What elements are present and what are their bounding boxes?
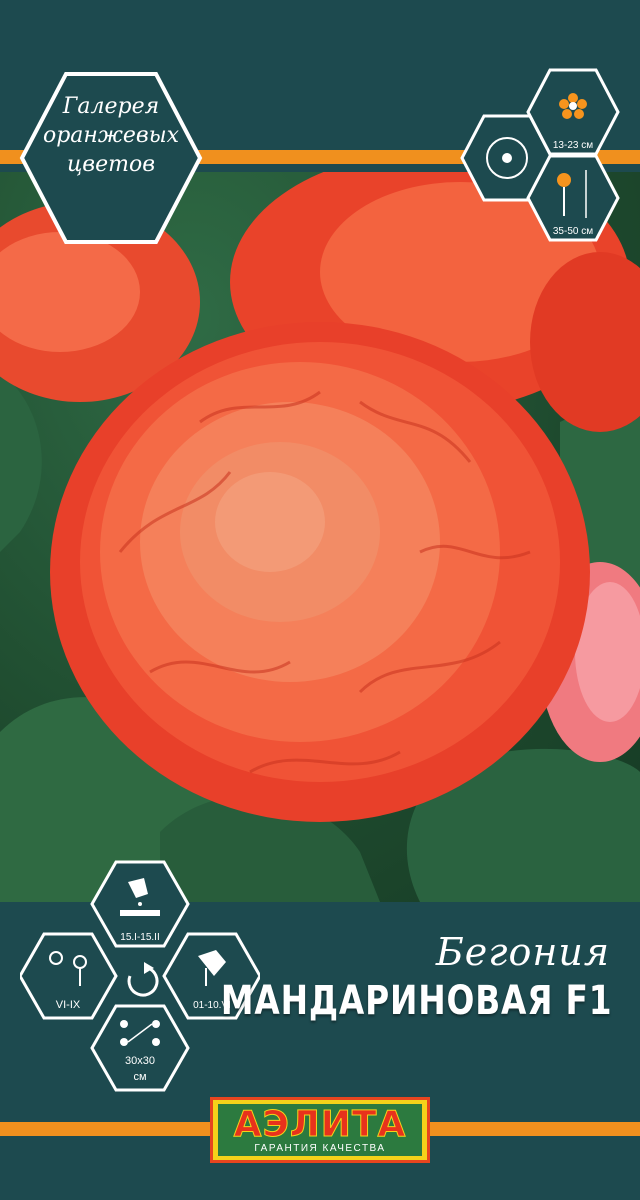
brand-name: АЭЛИТА	[233, 1104, 407, 1145]
gallery-title-line-2: оранжевых	[42, 123, 180, 148]
logo-panel: АЭЛИТА ГАРАНТИЯ КАЧЕСТВА	[218, 1104, 422, 1156]
spacing-hex: 30x30 см	[90, 1004, 190, 1092]
species-name: Бегония	[435, 930, 610, 974]
gallery-title: Галерея оранжевых цветов	[20, 92, 202, 179]
aelita-logo: АЭЛИТА ГАРАНТИЯ КАЧЕСТВА	[210, 1097, 430, 1163]
variety-name: МАНДАРИНОВАЯ F1	[220, 978, 612, 1024]
flowering-hex: VI-IX	[20, 932, 118, 1020]
size-hex-group: 13-23 см 35-50 см	[460, 68, 620, 242]
begonia-illustration	[0, 172, 640, 902]
flower-diameter-value: 13-23 см	[553, 140, 593, 151]
gallery-title-line-3: цветов	[66, 152, 156, 177]
flowering-period: VI-IX	[56, 999, 81, 1011]
sowing-hex: 15.I-15.II	[90, 860, 190, 948]
main-bloom	[50, 322, 590, 822]
begonia-photo	[0, 172, 640, 902]
spacing-value-line-2: см	[133, 1071, 146, 1083]
brand-tagline: ГАРАНТИЯ КАЧЕСТВА	[254, 1143, 386, 1154]
spacing-value-line-1: 30x30	[125, 1055, 155, 1067]
gallery-title-line-1: Галерея	[62, 94, 160, 119]
cycle-arrow-icon	[127, 966, 159, 997]
sowing-period: 15.I-15.II	[120, 932, 159, 943]
plant-height-value: 35-50 см	[553, 226, 593, 237]
